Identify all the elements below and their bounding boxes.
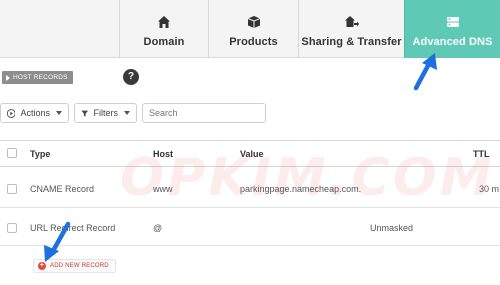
- table-header: Type Host Value TTL: [0, 140, 500, 167]
- filter-icon: [81, 110, 89, 117]
- arrow-pointer-icon: [44, 221, 71, 262]
- sharing-icon: [344, 16, 359, 27]
- column-type: Type: [30, 149, 51, 159]
- tab-products-label: Products: [229, 36, 278, 48]
- table-row[interactable]: CNAME Record www parkingpage.namecheap.c…: [0, 171, 500, 208]
- column-ttl: TTL: [473, 149, 490, 159]
- help-icon[interactable]: ?: [123, 69, 139, 85]
- filters-dropdown[interactable]: Filters: [74, 103, 137, 123]
- tab-advanced-dns[interactable]: Advanced DNS: [404, 0, 500, 58]
- record-value: parkingpage.namecheap.com.: [240, 184, 362, 194]
- record-value: Unmasked: [370, 223, 414, 233]
- chevron-down-icon: [56, 111, 62, 115]
- box-icon: [247, 16, 260, 28]
- table-row[interactable]: URL Redirect Record @ Unmasked: [0, 209, 500, 246]
- record-ttl: 30 m: [479, 184, 500, 194]
- host-records-label: HOST RECORDS: [2, 71, 73, 84]
- tab-dns-label: Advanced DNS: [412, 36, 493, 48]
- row-checkbox[interactable]: [7, 223, 17, 233]
- record-type: CNAME Record: [30, 184, 95, 194]
- tab-products[interactable]: Products: [208, 0, 298, 58]
- dns-icon: [446, 17, 459, 27]
- select-all-checkbox[interactable]: [7, 148, 17, 158]
- record-host: www: [153, 184, 173, 194]
- tab-domain-label: Domain: [143, 36, 185, 48]
- arrow-pointer-icon: [413, 53, 437, 91]
- tab-domain[interactable]: Domain: [119, 0, 208, 58]
- search-input[interactable]: [142, 103, 266, 123]
- column-value: Value: [240, 149, 264, 159]
- filters-label: Filters: [93, 108, 119, 118]
- tab-sharing-label: Sharing & Transfer: [301, 36, 402, 48]
- column-host: Host: [153, 149, 173, 159]
- play-icon: [7, 108, 16, 118]
- host-records-text: HOST RECORDS: [13, 74, 68, 81]
- tab-sharing-transfer[interactable]: Sharing & Transfer: [298, 0, 404, 58]
- row-checkbox[interactable]: [7, 184, 17, 194]
- tab-bar: Domain Products Sharing & Transfer Advan…: [0, 0, 500, 58]
- actions-dropdown[interactable]: Actions: [0, 103, 69, 123]
- actions-label: Actions: [20, 108, 50, 118]
- record-host: @: [153, 223, 163, 233]
- triangle-right-icon: [6, 74, 10, 81]
- chevron-down-icon: [124, 111, 130, 115]
- home-icon: [158, 16, 170, 28]
